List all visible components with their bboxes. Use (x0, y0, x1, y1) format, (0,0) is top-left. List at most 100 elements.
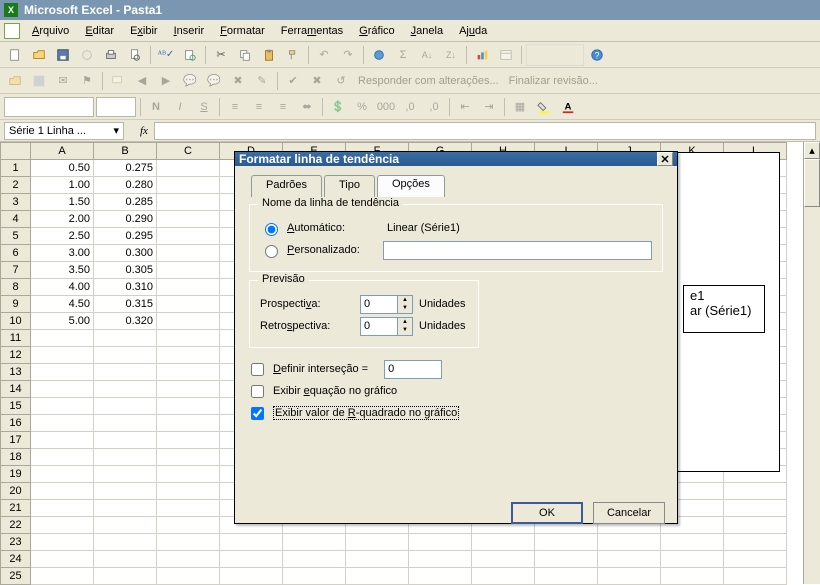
cell[interactable]: 0.320 (94, 313, 157, 330)
cell[interactable] (157, 466, 220, 483)
cell[interactable] (157, 381, 220, 398)
cell[interactable] (94, 415, 157, 432)
cell[interactable] (94, 381, 157, 398)
rowhdr[interactable]: 12 (1, 347, 31, 364)
cell[interactable] (598, 551, 661, 568)
cell[interactable] (31, 398, 94, 415)
rowhdr[interactable]: 19 (1, 466, 31, 483)
cell[interactable] (94, 432, 157, 449)
menu-inserir[interactable]: Inserir (167, 23, 212, 39)
underline-icon[interactable]: S (193, 96, 215, 118)
zoom-box[interactable] (526, 44, 584, 66)
spin-down-icon[interactable]: ▼ (398, 326, 412, 335)
cell[interactable] (31, 432, 94, 449)
cell[interactable] (157, 398, 220, 415)
cell[interactable] (409, 568, 472, 585)
cell[interactable] (157, 364, 220, 381)
currency-icon[interactable]: 💲 (327, 96, 349, 118)
print-icon[interactable] (100, 44, 122, 66)
cell[interactable] (157, 347, 220, 364)
ink-icon[interactable]: ✎ (251, 70, 273, 92)
cell[interactable] (598, 568, 661, 585)
cell[interactable] (283, 568, 346, 585)
menu-formatar[interactable]: Formatar (213, 23, 272, 39)
rowhdr[interactable]: 14 (1, 381, 31, 398)
menu-arquivo[interactable]: Arquivo (25, 23, 76, 39)
cell[interactable] (94, 330, 157, 347)
cell[interactable] (94, 449, 157, 466)
rowhdr[interactable]: 23 (1, 534, 31, 551)
input-personalizado[interactable] (383, 241, 652, 260)
research-icon[interactable] (179, 44, 201, 66)
cell[interactable]: 0.315 (94, 296, 157, 313)
prev-comment-icon[interactable]: ◀ (131, 70, 153, 92)
cell[interactable] (472, 551, 535, 568)
cell[interactable] (157, 194, 220, 211)
align-left-icon[interactable]: ≡ (224, 96, 246, 118)
cell[interactable] (283, 551, 346, 568)
cell[interactable] (31, 347, 94, 364)
cell[interactable] (220, 568, 283, 585)
cell[interactable] (157, 313, 220, 330)
cell[interactable] (661, 551, 724, 568)
cell[interactable] (157, 432, 220, 449)
decrease-decimal-icon[interactable]: ,0 (423, 96, 445, 118)
rowhdr[interactable]: 2 (1, 177, 31, 194)
name-box[interactable]: Série 1 Linha ... ▾ (4, 122, 124, 140)
show-comment-icon[interactable]: 💬 (179, 70, 201, 92)
bold-icon[interactable]: N (145, 96, 167, 118)
cell[interactable] (31, 466, 94, 483)
scroll-thumb[interactable] (804, 159, 820, 207)
spin-down-icon[interactable]: ▼ (398, 304, 412, 313)
cell[interactable]: 1.00 (31, 177, 94, 194)
next-comment-icon[interactable]: ▶ (155, 70, 177, 92)
cell[interactable]: 3.50 (31, 262, 94, 279)
formula-bar[interactable] (154, 122, 816, 140)
cell[interactable] (94, 466, 157, 483)
cell[interactable] (724, 568, 787, 585)
cell[interactable]: 4.00 (31, 279, 94, 296)
cancel-button[interactable]: Cancelar (593, 502, 665, 524)
cell[interactable] (157, 177, 220, 194)
cell[interactable] (598, 534, 661, 551)
cut-icon[interactable]: ✂ (210, 44, 232, 66)
align-right-icon[interactable]: ≡ (272, 96, 294, 118)
cell[interactable] (724, 517, 787, 534)
document-icon[interactable] (4, 23, 20, 39)
cell[interactable] (94, 500, 157, 517)
cell[interactable] (472, 568, 535, 585)
rowhdr[interactable]: 21 (1, 500, 31, 517)
menu-grafico[interactable]: Gráfico (352, 23, 401, 39)
align-center-icon[interactable]: ≡ (248, 96, 270, 118)
accept-icon[interactable]: ✔ (282, 70, 304, 92)
cell[interactable]: 0.310 (94, 279, 157, 296)
rowhdr[interactable]: 11 (1, 330, 31, 347)
cell[interactable] (94, 364, 157, 381)
cell[interactable] (157, 160, 220, 177)
rowhdr[interactable]: 16 (1, 415, 31, 432)
cell[interactable] (157, 415, 220, 432)
new-icon[interactable] (4, 44, 26, 66)
cell[interactable] (31, 381, 94, 398)
cell[interactable] (31, 500, 94, 517)
rowhdr[interactable]: 13 (1, 364, 31, 381)
redo-icon[interactable]: ↷ (337, 44, 359, 66)
cell[interactable]: 0.285 (94, 194, 157, 211)
font-color-icon[interactable]: A (557, 96, 579, 118)
rowhdr[interactable]: 3 (1, 194, 31, 211)
select-all-cell[interactable] (1, 143, 31, 160)
cell[interactable] (409, 534, 472, 551)
font-size-box[interactable] (96, 97, 136, 117)
open-icon[interactable] (28, 44, 50, 66)
rowhdr[interactable]: 4 (1, 211, 31, 228)
borders-icon[interactable]: ▦ (509, 96, 531, 118)
flag-icon[interactable]: ⚑ (76, 70, 98, 92)
chart-legend[interactable]: e1 ar (Série1) (683, 285, 765, 333)
delete-comment-icon[interactable]: ✖ (227, 70, 249, 92)
cell[interactable] (31, 534, 94, 551)
cell[interactable] (157, 500, 220, 517)
fx-icon[interactable]: fx (140, 125, 148, 137)
cell[interactable]: 1.50 (31, 194, 94, 211)
copy-icon[interactable] (234, 44, 256, 66)
cell[interactable] (535, 568, 598, 585)
